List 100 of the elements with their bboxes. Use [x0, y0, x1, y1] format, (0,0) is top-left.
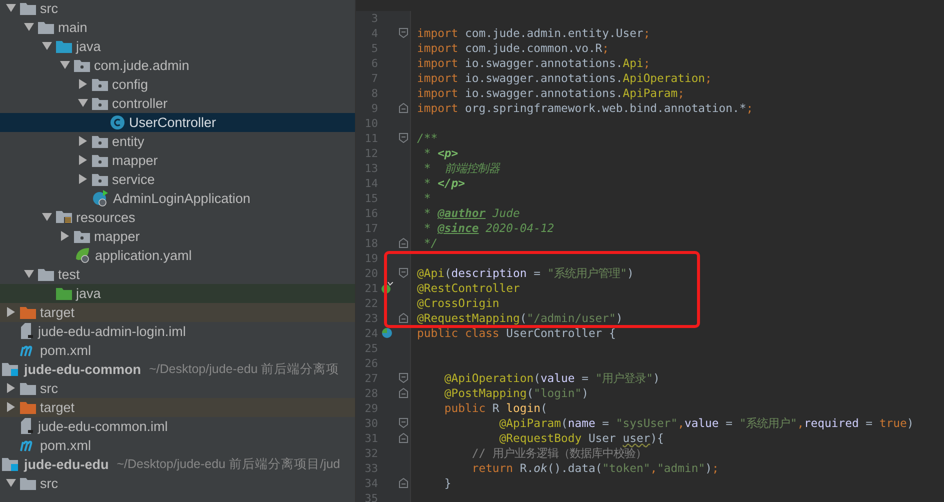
package-icon — [74, 58, 90, 72]
package-icon — [92, 96, 108, 110]
code-line: // 用户业务逻辑（数据库中校验） — [470, 446, 646, 460]
tree-item-label: jude-edu-edu — [24, 456, 109, 472]
code-line: @RequestBody User user){ — [498, 431, 664, 445]
tree-item-label: target — [40, 304, 75, 320]
code-line: @ApiOperation(value = "用户登录") — [443, 370, 660, 386]
code-line: * <p> — [422, 146, 458, 160]
tree-item-label: target — [40, 400, 75, 414]
folder-icon — [20, 476, 36, 490]
collapse-arrow-icon[interactable] — [42, 212, 52, 222]
fold-icon[interactable] — [398, 103, 408, 113]
tree-item[interactable]: target — [0, 302, 355, 322]
code-line: return R.ok().data("token","admin"); — [470, 461, 719, 475]
code-line: import io.swagger.annotations.ApiParam; — [417, 86, 684, 100]
class-marker-icon[interactable] — [381, 327, 393, 339]
tree-item-label: jude-edu-admin-login.iml — [38, 324, 186, 338]
fold-icon[interactable] — [398, 133, 408, 143]
code-line: @Api(description = "系统用户管理") — [417, 266, 634, 280]
tree-item-label: pom.xml — [40, 438, 92, 452]
package-icon — [92, 134, 108, 148]
tree-item-label: config — [112, 76, 148, 92]
tree-item[interactable]: entity — [0, 132, 355, 150]
tree-item[interactable]: src — [0, 474, 355, 492]
tree-item-label: jude-edu-common.iml — [38, 418, 168, 434]
tree-item-label: src — [40, 476, 58, 490]
tree-item-label: mapper — [94, 228, 140, 244]
code-line: @ApiParam(name = "sysUser",value = "系统用户",required = true) — [498, 416, 914, 430]
package-icon — [92, 172, 108, 186]
code-line: * </p> — [422, 176, 466, 190]
tree-item-label: src — [40, 380, 58, 396]
collapse-arrow-icon[interactable] — [24, 269, 34, 279]
code-line: import com.jude.admin.entity.User; — [417, 26, 650, 40]
fold-icon[interactable] — [398, 373, 408, 383]
tree-item[interactable]: application.yaml — [0, 246, 355, 264]
tree-item[interactable]: pom.xml — [0, 436, 355, 454]
fold-icon[interactable] — [398, 28, 408, 38]
collapse-arrow-icon[interactable] — [78, 98, 88, 108]
tree-item[interactable]: main — [0, 18, 355, 36]
file-icon — [20, 323, 34, 339]
code-line: import io.swagger.annotations.ApiOperation; — [417, 71, 712, 85]
spring-app-icon — [92, 190, 109, 206]
fold-icon[interactable] — [398, 313, 408, 323]
tree-item[interactable]: java — [0, 36, 355, 56]
tree-item[interactable]: controller — [0, 94, 355, 112]
code-line: * @author Jude — [422, 206, 520, 220]
tree-item[interactable]: test — [0, 264, 355, 284]
package-icon — [74, 230, 90, 242]
tree-item-label: com.jude.admin — [94, 58, 190, 72]
fold-icon[interactable] — [398, 238, 408, 248]
fold-icon[interactable] — [398, 478, 408, 488]
expand-arrow-icon[interactable] — [78, 79, 88, 89]
fold-icon[interactable] — [398, 388, 408, 398]
bean-icon[interactable] — [381, 282, 393, 294]
tree-item[interactable]: AdminLoginApplication — [0, 188, 355, 208]
folder-icon — [38, 268, 54, 280]
spring-config-icon — [74, 247, 91, 263]
tree-item[interactable]: jude-edu-common ~/Desktop/jude-edu 前后端分离项 — [0, 360, 355, 378]
tree-item-label: jude-edu-common — [24, 362, 141, 376]
folder-icon — [20, 400, 36, 414]
tree-item[interactable]: jude-edu-common.iml — [0, 416, 355, 436]
code-line: @RequestMapping("/admin/user") — [417, 311, 623, 325]
module-path: ~/Desktop/jude-edu 前后端分离项目/jud — [116, 456, 340, 472]
tree-item-label: resources — [76, 210, 136, 224]
file-icon — [20, 418, 34, 434]
tree-item[interactable]: UserController — [0, 112, 355, 132]
tree-item[interactable]: resources — [0, 208, 355, 226]
module-icon — [2, 361, 20, 377]
code-line: */ — [422, 236, 438, 250]
fold-icon[interactable] — [398, 433, 408, 443]
code-line: import org.springframework.web.bind.annotation.*; — [417, 101, 754, 115]
tree-item-label: java — [76, 286, 101, 300]
tree-item[interactable]: java — [0, 284, 355, 302]
expand-arrow-icon[interactable] — [6, 307, 16, 317]
tree-item[interactable]: jude-edu-edu ~/Desktop/jude-edu 前后端分离项目/jud — [0, 454, 355, 474]
tree-item[interactable]: service — [0, 170, 355, 188]
collapse-arrow-icon[interactable] — [6, 478, 16, 488]
package-icon — [92, 78, 108, 90]
folder-icon — [56, 40, 72, 52]
tree-item[interactable]: pom.xml — [0, 340, 355, 360]
folder-icon — [20, 382, 36, 394]
code-line: public class UserController { — [417, 326, 616, 340]
code-line: import io.swagger.annotations.Api; — [417, 56, 650, 70]
fold-icon[interactable] — [398, 418, 408, 428]
tree-item-label: mapper — [112, 152, 158, 168]
tree-item[interactable]: jude-edu-admin-login.iml — [0, 322, 355, 340]
tree-item[interactable]: mapper — [0, 150, 355, 170]
module-icon — [2, 456, 20, 472]
tree-item[interactable]: target — [0, 398, 355, 416]
tree-item[interactable]: com.jude.admin — [0, 56, 355, 74]
tree-item[interactable]: src — [0, 0, 355, 18]
tree-item[interactable]: config — [0, 74, 355, 94]
tree-item-label: UserController — [129, 114, 216, 130]
tree-item-label: application.yaml — [95, 248, 192, 262]
expand-arrow-icon[interactable] — [60, 231, 70, 241]
tree-item[interactable]: mapper — [0, 226, 355, 246]
fold-icon[interactable] — [398, 268, 408, 278]
tree-item[interactable]: src — [0, 378, 355, 398]
code-line: @RestController — [417, 281, 520, 295]
tree-item-label: controller — [112, 96, 168, 110]
